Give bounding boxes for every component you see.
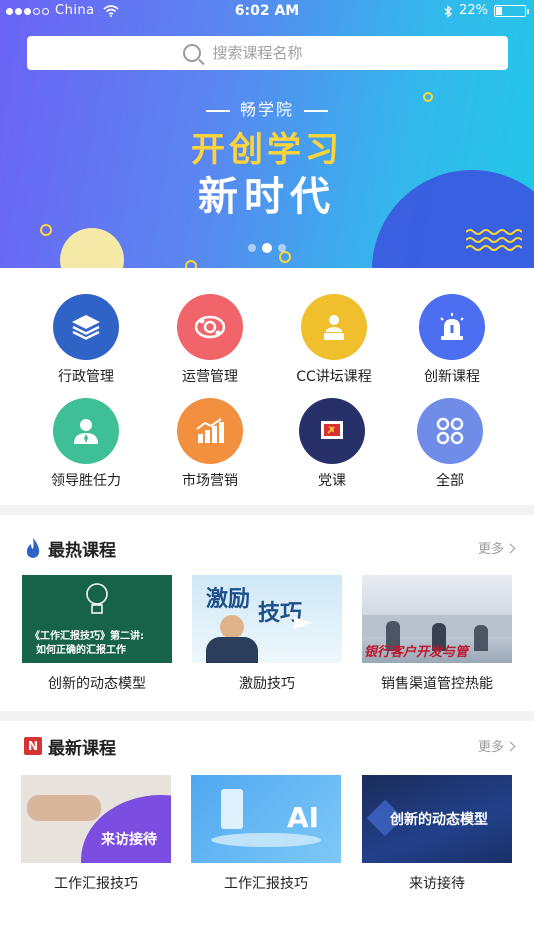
new-section-title: 最新课程 xyxy=(48,738,116,759)
search-input[interactable] xyxy=(212,44,353,62)
course-title: 来访接待 xyxy=(409,876,465,892)
carousel-dot-active[interactable] xyxy=(262,243,272,253)
category-item[interactable]: 党课 xyxy=(272,398,392,490)
bluetooth-icon xyxy=(444,4,453,18)
leader-icon xyxy=(53,398,119,464)
course-card[interactable]: 来访接待 工作汇报技巧 xyxy=(21,775,171,893)
thumbnail-caption: 银行客户开发与管 xyxy=(364,645,469,660)
businessman-figure xyxy=(220,615,244,639)
category-item[interactable]: 市场营销 xyxy=(150,398,270,490)
chevron-right-icon xyxy=(505,543,516,554)
banner-brand: 畅学院 xyxy=(0,96,534,120)
thumbnail-caption: 《工作汇报技巧》第二讲: xyxy=(30,631,144,642)
course-title: 创新的动态模型 xyxy=(48,676,146,692)
more-label: 更多 xyxy=(477,542,504,557)
category-label: CC讲坛课程 xyxy=(296,369,372,385)
course-card[interactable]: 《工作汇报技巧》第二讲: 如何正确的汇报工作 创新的动态模型 xyxy=(22,575,172,693)
category-label: 行政管理 xyxy=(58,369,114,385)
banner-headline-2: 新时代 xyxy=(198,174,336,220)
platform-illustration xyxy=(211,833,321,847)
gear-cycle-icon xyxy=(177,294,243,360)
decor-ring-2 xyxy=(185,260,197,268)
thumbnail-caption: 来访接待 xyxy=(101,832,157,848)
course-card[interactable]: AI 工作汇报技巧 xyxy=(191,775,341,893)
category-item[interactable]: 创新课程 xyxy=(392,294,512,386)
grid-circles-icon xyxy=(417,398,483,464)
battery-level xyxy=(496,7,503,15)
category-item[interactable]: 运营管理 xyxy=(150,294,270,386)
battery-percent: 22% xyxy=(459,3,488,18)
chevron-right-icon xyxy=(505,741,516,752)
category-label: 市场营销 xyxy=(182,473,238,489)
category-label: 领导胜任力 xyxy=(51,473,121,489)
category-item[interactable]: 领导胜任力 xyxy=(26,398,146,490)
course-thumbnail: 《工作汇报技巧》第二讲: 如何正确的汇报工作 xyxy=(22,575,172,663)
course-thumbnail: 来访接待 xyxy=(21,775,171,863)
course-thumbnail: AI xyxy=(191,775,341,863)
growth-chart-icon xyxy=(177,398,243,464)
status-right: 22% xyxy=(444,0,529,22)
handshake-image xyxy=(27,795,101,821)
course-thumbnail: 创新的动态模型 xyxy=(362,775,512,863)
course-title: 工作汇报技巧 xyxy=(54,876,138,892)
flame-icon xyxy=(26,538,40,558)
more-label: 更多 xyxy=(477,740,504,755)
carousel-dot[interactable] xyxy=(248,244,256,252)
businessman-body xyxy=(206,637,258,663)
category-item[interactable]: CC讲坛课程 xyxy=(274,294,394,386)
new-more-link[interactable]: 更多 xyxy=(477,736,516,755)
thumbnail-caption: 创新的动态模型 xyxy=(390,812,488,828)
battery-icon xyxy=(494,5,529,17)
brand-name: 畅学院 xyxy=(239,100,294,119)
paper-plane-icon xyxy=(294,617,312,629)
category-label: 党课 xyxy=(318,473,346,489)
course-card[interactable]: 银行客户开发与管 销售渠道管控热能 xyxy=(362,575,512,693)
course-thumbnail: 激励 技巧 xyxy=(192,575,342,663)
carousel-indicator[interactable] xyxy=(0,243,534,253)
hot-section-header: 最热课程 更多 xyxy=(24,536,516,561)
course-title: 激励技巧 xyxy=(239,676,295,692)
alarm-icon xyxy=(419,294,485,360)
thumbnail-caption: 激励 xyxy=(206,587,251,612)
carousel-dot[interactable] xyxy=(278,244,286,252)
brand-line-left xyxy=(205,109,230,112)
section-divider xyxy=(0,711,534,721)
hot-more-link[interactable]: 更多 xyxy=(477,538,516,557)
hot-section-title: 最热课程 xyxy=(48,540,116,561)
decor-ring-1 xyxy=(40,224,52,236)
lecturer-icon xyxy=(301,294,367,360)
hero-banner[interactable]: China 6:02 AM 22% 畅学院 开创学习 新时代 xyxy=(0,0,534,268)
section-divider xyxy=(0,505,534,515)
course-thumbnail: 银行客户开发与管 xyxy=(362,575,512,663)
thumbnail-caption: AI xyxy=(287,801,320,834)
course-title: 销售渠道管控热能 xyxy=(381,676,493,692)
category-label: 创新课程 xyxy=(424,369,480,385)
category-item[interactable]: 全部 xyxy=(390,398,510,490)
party-flag-icon xyxy=(299,398,365,464)
status-bar: China 6:02 AM 22% xyxy=(0,0,534,22)
category-label: 全部 xyxy=(436,473,464,489)
search-bar[interactable] xyxy=(27,36,508,70)
layers-icon xyxy=(53,294,119,360)
lightbulb-icon xyxy=(86,583,108,614)
thumbnail-caption: 如何正确的汇报工作 xyxy=(36,645,126,656)
category-label: 运营管理 xyxy=(182,369,238,385)
new-section-header: N 最新课程 更多 xyxy=(24,734,516,759)
brand-line-right xyxy=(304,109,328,112)
phone-illustration xyxy=(221,789,243,829)
search-icon xyxy=(182,44,201,62)
course-card[interactable]: 创新的动态模型 来访接待 xyxy=(362,775,512,893)
course-card[interactable]: 激励 技巧 激励技巧 xyxy=(192,575,342,693)
bank-customer xyxy=(474,625,488,651)
new-badge-icon: N xyxy=(24,737,42,755)
course-title: 工作汇报技巧 xyxy=(224,876,308,892)
category-item[interactable]: 行政管理 xyxy=(26,294,146,386)
